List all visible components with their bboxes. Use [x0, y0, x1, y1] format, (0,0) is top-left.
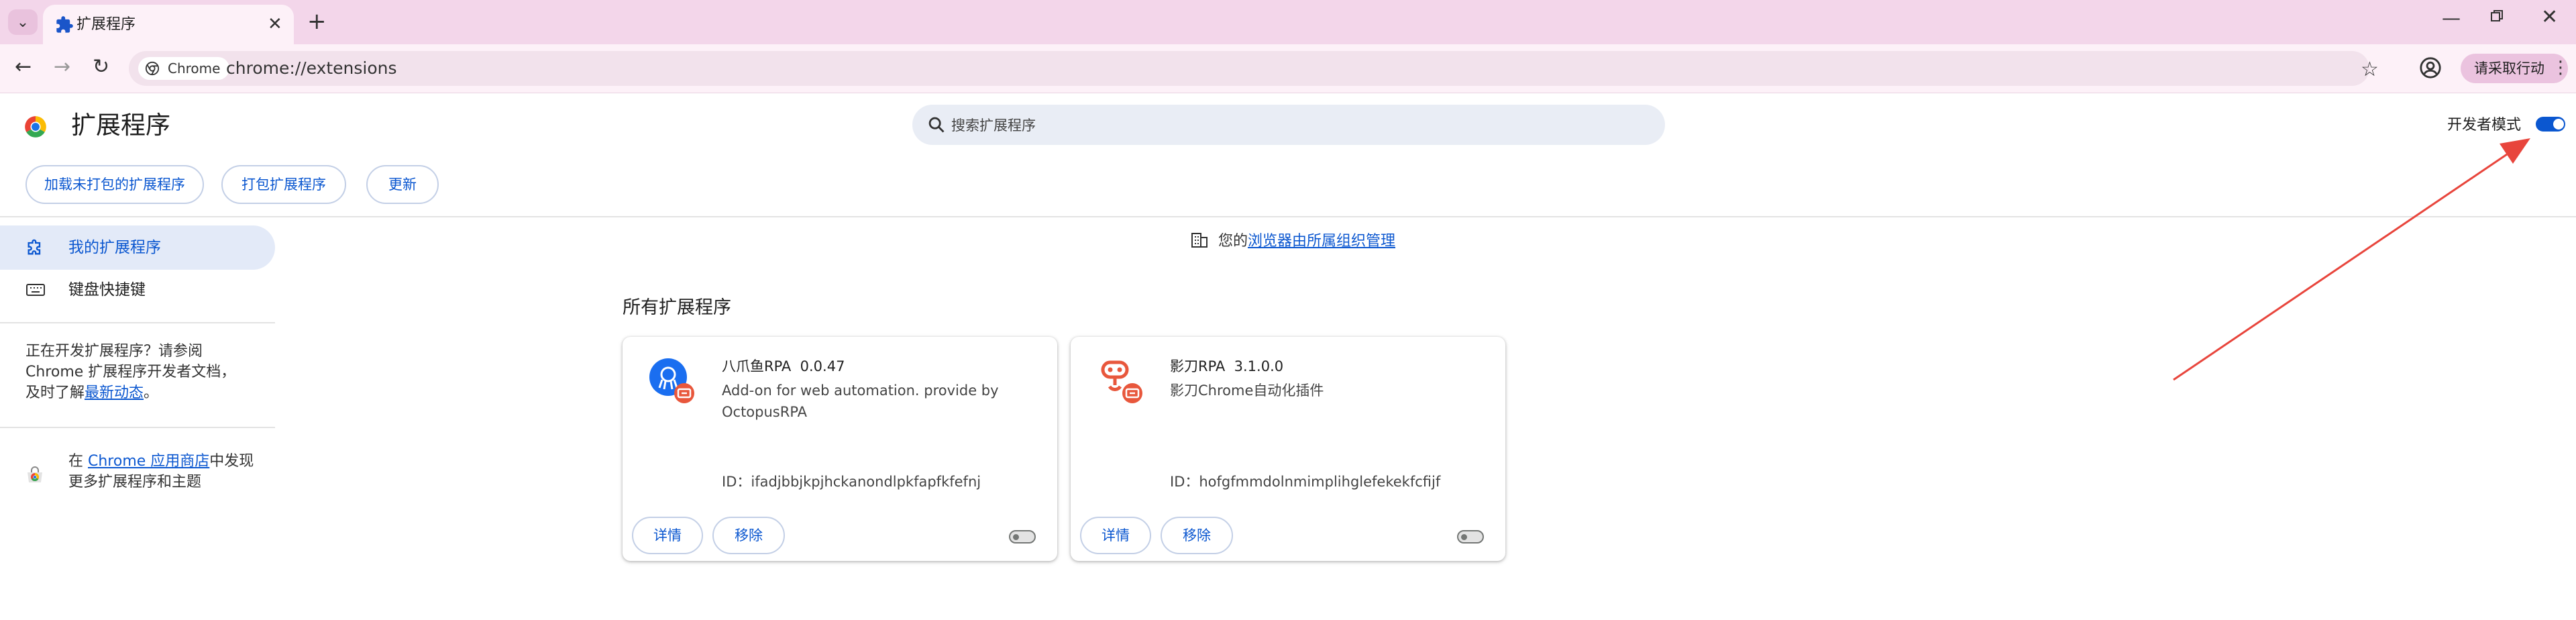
extension-name: 影刀RPA	[1170, 358, 1226, 374]
search-box[interactable]	[912, 105, 1665, 145]
restore-icon[interactable]	[2490, 9, 2504, 23]
extension-id-row: ID：hofgfmmdolnmimplihglefekekfcfijf	[1170, 472, 1440, 491]
address-bar[interactable]: Chrome chrome://extensions ☆	[129, 51, 2379, 86]
profile-menu-button[interactable]: 请采取行动 ⋮	[2461, 54, 2569, 83]
extension-name: 八爪鱼RPA	[722, 358, 792, 374]
remove-button[interactable]: 移除	[1161, 517, 1233, 554]
new-tab-button[interactable]: +	[307, 8, 327, 35]
extension-name-row: 八爪鱼RPA 0.0.47	[722, 357, 845, 376]
managed-notice-prefix: 您的	[1218, 233, 1248, 250]
bookmark-star-icon[interactable]: ☆	[2361, 58, 2379, 81]
latest-news-link[interactable]: 最新动态	[85, 384, 144, 401]
extension-description: Add-on for web automation. provide by Oc…	[722, 382, 999, 420]
toggle-knob	[2553, 119, 2564, 130]
developer-note-suffix: 。	[144, 384, 159, 401]
extension-id-label: ID：	[722, 474, 751, 490]
forward-icon[interactable]: →	[54, 55, 70, 79]
business-icon	[1191, 233, 1208, 248]
pack-extension-button[interactable]: 打包扩展程序	[221, 165, 346, 204]
more-vert-icon: ⋮	[2552, 58, 2569, 78]
toggle-knob	[1013, 534, 1019, 540]
divider	[0, 322, 275, 323]
details-button[interactable]: 详情	[1080, 517, 1151, 554]
url-text[interactable]: chrome://extensions	[226, 58, 397, 79]
remove-button[interactable]: 移除	[712, 517, 785, 554]
minimize-icon[interactable]: —	[2442, 7, 2461, 29]
chevron-down-icon: ⌄	[16, 13, 30, 31]
enable-toggle[interactable]	[1009, 530, 1036, 544]
web-store-note: 在 Chrome 应用商店中发现更多扩展程序和主题	[68, 451, 263, 493]
sidebar-item-keyboard-shortcuts[interactable]: 键盘快捷键	[68, 280, 146, 299]
window-close-icon[interactable]: ✕	[2541, 5, 2558, 29]
toggle-knob	[1461, 534, 1467, 540]
browser-toolbar: ← → ↻ Chrome chrome://extensions ☆ 请采取行动…	[0, 44, 2576, 93]
chrome-web-store-link[interactable]: Chrome 应用商店	[88, 453, 209, 470]
octopus-rpa-icon	[649, 358, 694, 403]
close-icon[interactable]: ✕	[268, 14, 282, 34]
extension-name-row: 影刀RPA 3.1.0.0	[1170, 357, 1283, 376]
shadowbot-rpa-icon	[1101, 360, 1142, 403]
enable-toggle[interactable]	[1457, 530, 1484, 544]
extension-id-row: ID：ifadjbbjkpjhckanondlpkfapfkfefnj	[722, 472, 981, 491]
extension-description: 影刀Chrome自动化插件	[1170, 382, 1324, 399]
extension-card: 影刀RPA 3.1.0.0 影刀Chrome自动化插件 ID：hofgfmmdo…	[1071, 337, 1505, 561]
tab-title: 扩展程序	[76, 16, 136, 33]
site-chip[interactable]: Chrome	[138, 57, 230, 80]
section-title: 所有扩展程序	[623, 297, 731, 318]
extension-id: hofgfmmdolnmimplihglefekekfcfijf	[1199, 474, 1441, 490]
tab-search-button[interactable]: ⌄	[8, 9, 38, 35]
sidebar-item-my-extensions[interactable]: 我的扩展程序	[0, 225, 275, 270]
divider	[0, 427, 275, 428]
back-icon[interactable]: ←	[15, 55, 32, 79]
details-button[interactable]: 详情	[632, 517, 703, 554]
sidebar-item-label: 我的扩展程序	[68, 239, 161, 256]
reload-icon[interactable]: ↻	[93, 55, 109, 79]
tab-extensions[interactable]: 扩展程序 ✕	[43, 5, 294, 44]
chrome-logo-icon	[25, 116, 46, 138]
annotation-arrow	[2173, 138, 2530, 381]
profile-menu-label: 请采取行动	[2474, 60, 2544, 76]
profile-icon[interactable]	[2419, 56, 2442, 79]
extension-id-label: ID：	[1170, 474, 1199, 490]
developer-note: 正在开发扩展程序？请参阅 Chrome 扩展程序开发者文档，及时了解最新动态。	[25, 341, 247, 403]
dev-mode-label: 开发者模式	[2447, 117, 2522, 134]
extension-version: 0.0.47	[800, 358, 845, 374]
chrome-web-store-icon	[28, 466, 42, 482]
puzzle-icon	[56, 16, 73, 33]
web-store-note-prefix: 在	[68, 453, 88, 470]
managed-by-org-link[interactable]: 浏览器由所属组织管理	[1248, 233, 1395, 250]
update-button[interactable]: 更新	[366, 165, 439, 204]
search-input[interactable]	[950, 113, 1623, 138]
extension-version: 3.1.0.0	[1234, 358, 1284, 374]
site-chip-label: Chrome	[168, 60, 221, 76]
extension-icon	[28, 239, 41, 255]
extension-card: 八爪鱼RPA 0.0.47 Add-on for web automation.…	[623, 337, 1057, 561]
dev-mode-toggle[interactable]	[2536, 117, 2565, 132]
extension-id: ifadjbbjkpjhckanondlpkfapfkfefnj	[751, 474, 981, 490]
tab-strip: ⌄ 扩展程序 ✕ + — ✕	[0, 0, 2576, 44]
load-unpacked-button[interactable]: 加载未打包的扩展程序	[25, 165, 204, 204]
chrome-logo-icon	[145, 61, 160, 76]
search-icon	[928, 117, 945, 133]
managed-notice: 您的浏览器由所属组织管理	[1218, 232, 1395, 251]
keyboard-icon	[26, 284, 45, 296]
page-title: 扩展程序	[71, 111, 170, 140]
